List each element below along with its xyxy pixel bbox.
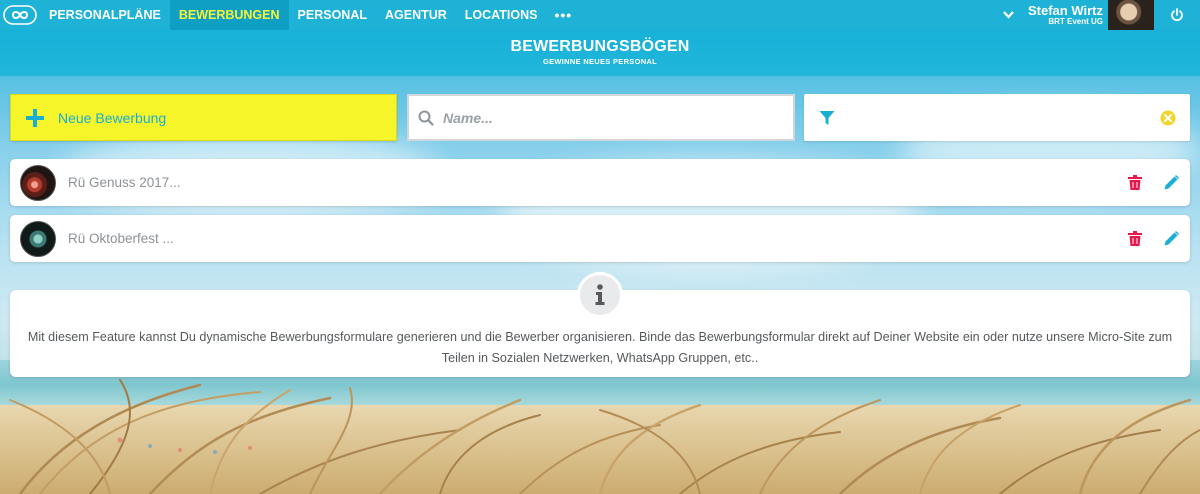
chevron-down-icon[interactable] bbox=[1003, 8, 1014, 22]
avatar[interactable] bbox=[1108, 0, 1154, 30]
new-application-button[interactable]: Neue Bewerbung bbox=[10, 94, 397, 141]
infinity-logo-icon[interactable] bbox=[0, 0, 40, 30]
list-item-actions bbox=[1128, 231, 1190, 246]
pencil-icon[interactable] bbox=[1164, 175, 1179, 190]
trash-icon[interactable] bbox=[1128, 175, 1142, 190]
user-company: BRT Event UG bbox=[1048, 17, 1103, 26]
toolbar: Neue Bewerbung bbox=[10, 94, 1190, 141]
nav-item-agentur[interactable]: AGENTUR bbox=[376, 0, 456, 30]
list-item[interactable]: Rü Genuss 2017... bbox=[10, 159, 1190, 206]
page-header: BEWERBUNGSBÖGEN GEWINNE NEUES PERSONAL bbox=[0, 30, 1200, 76]
search-box bbox=[407, 94, 795, 141]
top-navigation-bar: PERSONALPLÄNE BEWERBUNGEN PERSONAL AGENT… bbox=[0, 0, 1200, 30]
info-text: Mit diesem Feature kannst Du dynamische … bbox=[27, 330, 1173, 365]
pencil-icon[interactable] bbox=[1164, 231, 1179, 246]
user-name: Stefan Wirtz bbox=[1028, 3, 1103, 18]
user-menu[interactable]: Stefan Wirtz BRT Event UG bbox=[1028, 4, 1103, 26]
trash-icon[interactable] bbox=[1128, 231, 1142, 246]
nav-item-bewerbungen[interactable]: BEWERBUNGEN bbox=[169, 0, 289, 30]
application-list: Rü Genuss 2017... Rü Oktoberfest ... bbox=[10, 159, 1190, 271]
list-item-actions bbox=[1128, 175, 1190, 190]
clear-circle-icon[interactable] bbox=[1160, 110, 1176, 126]
search-input[interactable] bbox=[443, 109, 763, 126]
search-icon bbox=[418, 110, 434, 126]
nav-item-personalplaene[interactable]: PERSONALPLÄNE bbox=[40, 0, 170, 30]
nav-item-locations[interactable]: LOCATIONS bbox=[456, 0, 547, 30]
filter-icon bbox=[819, 110, 835, 125]
nav-item-personal[interactable]: PERSONAL bbox=[289, 0, 376, 30]
new-application-label: Neue Bewerbung bbox=[58, 109, 167, 126]
list-item-title: Rü Oktoberfest ... bbox=[68, 231, 174, 246]
list-item[interactable]: Rü Oktoberfest ... bbox=[10, 215, 1190, 262]
page-subtitle: GEWINNE NEUES PERSONAL bbox=[542, 57, 658, 66]
plus-icon bbox=[26, 108, 44, 127]
list-item-thumbnail bbox=[20, 220, 56, 257]
info-icon bbox=[577, 272, 623, 318]
page-title: BEWERBUNGSBÖGEN bbox=[510, 38, 690, 55]
filter-select[interactable] bbox=[804, 94, 1190, 141]
list-item-title: Rü Genuss 2017... bbox=[68, 175, 181, 190]
more-menu-button[interactable]: ••• bbox=[546, 0, 580, 30]
user-area: Stefan Wirtz BRT Event UG bbox=[1003, 0, 1200, 30]
list-item-thumbnail bbox=[20, 164, 56, 201]
power-icon[interactable] bbox=[1154, 0, 1200, 30]
info-card: Mit diesem Feature kannst Du dynamische … bbox=[10, 272, 1190, 377]
